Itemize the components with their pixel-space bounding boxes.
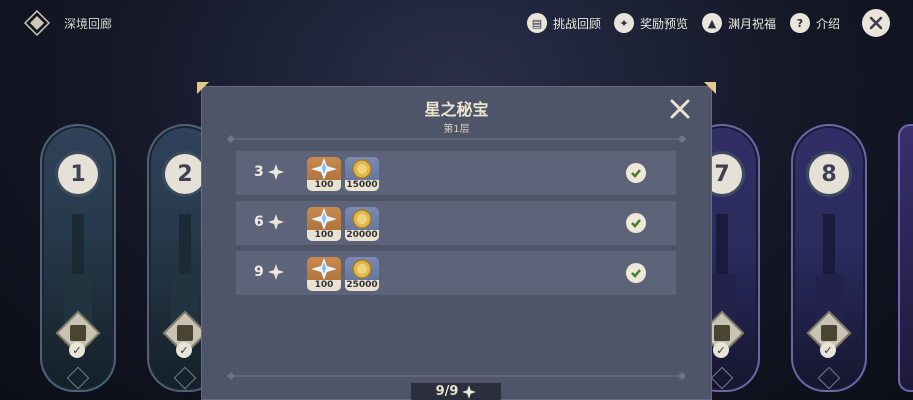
close-icon: [869, 16, 883, 30]
mora-coin-icon: [352, 259, 372, 279]
abyss-star-icon: [268, 264, 284, 280]
diamond-ornament: [710, 366, 734, 390]
floor-number: 1: [58, 154, 98, 194]
floor-card-8[interactable]: 8 ✓: [791, 124, 867, 392]
dialog-title: 星之秘宝: [424, 100, 489, 119]
abyss-star-icon: [462, 384, 477, 399]
claimed-check-icon: [626, 263, 646, 283]
star-treasure-dialog: 星之秘宝 第1层 3 100 15000 6 100 20000 9 100 2…: [197, 82, 716, 400]
abyss-emblem-icon: [24, 10, 50, 36]
reward-preview-label: 奖励预览: [640, 16, 689, 31]
item-quantity: 100: [307, 280, 341, 291]
moon-blessing-label: 渊月祝福: [728, 16, 777, 31]
top-divider: [227, 135, 686, 143]
floor-card-1[interactable]: 1 ✓: [40, 124, 116, 392]
primogem-icon: [311, 208, 337, 230]
reward-row: 6 100 20000: [236, 201, 676, 245]
star-total-badge: 9/9: [411, 383, 501, 400]
check-icon: ✓: [176, 342, 192, 358]
check-icon: ✓: [69, 342, 85, 358]
diamond-ornament: [66, 366, 90, 390]
book-icon: ▤: [527, 13, 547, 33]
mora-reward[interactable]: 15000: [345, 157, 379, 191]
item-quantity: 100: [307, 230, 341, 241]
corner-ornament-icon: [197, 82, 209, 94]
item-quantity: 20000: [345, 230, 379, 241]
floor-number: 2: [165, 154, 205, 194]
dialog-subtitle: 第1层: [443, 124, 470, 135]
abyss-star-icon: [268, 214, 284, 230]
item-quantity: 15000: [345, 180, 379, 191]
mora-reward[interactable]: 25000: [345, 257, 379, 291]
primogem-reward[interactable]: 100: [307, 257, 341, 291]
floor-card-9-partial[interactable]: [898, 124, 913, 392]
diamond-ornament: [817, 366, 841, 390]
star-requirement: 6: [254, 214, 264, 230]
floor-number: 8: [809, 154, 849, 194]
challenge-review-button[interactable]: ▤ 挑战回顾: [527, 12, 601, 34]
check-icon: ✓: [820, 342, 836, 358]
mora-coin-icon: [352, 159, 372, 179]
primogem-reward[interactable]: 100: [307, 157, 341, 191]
intro-button[interactable]: ? 介绍: [790, 12, 840, 34]
close-button[interactable]: [862, 9, 890, 37]
primogem-icon: [311, 258, 337, 280]
reward-row: 9 100 25000: [236, 251, 676, 295]
moon-blessing-button[interactable]: ▲ 渊月祝福: [702, 12, 776, 34]
claimed-check-icon: [626, 213, 646, 233]
challenge-review-label: 挑战回顾: [553, 16, 602, 31]
dialog-close-icon[interactable]: [669, 98, 691, 120]
check-icon: ✓: [713, 342, 729, 358]
abyss-star-icon: [268, 164, 284, 180]
help-icon: ?: [790, 13, 810, 33]
reward-row: 3 100 15000: [236, 151, 676, 195]
reward-preview-button[interactable]: ✦ 奖励预览: [614, 12, 688, 34]
star-badge-icon: ✦: [614, 13, 634, 33]
top-bar: 深境回廊 ▤ 挑战回顾 ✦ 奖励预览 ▲ 渊月祝福 ? 介绍: [0, 0, 913, 46]
page-title: 深境回廊: [64, 17, 113, 31]
claimed-check-icon: [626, 163, 646, 183]
star-total: 9/9: [435, 384, 459, 399]
primogem-icon: [311, 158, 337, 180]
star-requirement: 3: [254, 164, 264, 180]
mora-coin-icon: [352, 209, 372, 229]
moon-blessing-icon: ▲: [702, 13, 722, 33]
intro-label: 介绍: [816, 16, 841, 31]
bottom-divider: [227, 372, 686, 380]
primogem-reward[interactable]: 100: [307, 207, 341, 241]
mora-reward[interactable]: 20000: [345, 207, 379, 241]
diamond-ornament: [173, 366, 197, 390]
star-requirement: 9: [254, 264, 264, 280]
corner-ornament-icon: [704, 82, 716, 94]
item-quantity: 100: [307, 180, 341, 191]
item-quantity: 25000: [345, 280, 379, 291]
